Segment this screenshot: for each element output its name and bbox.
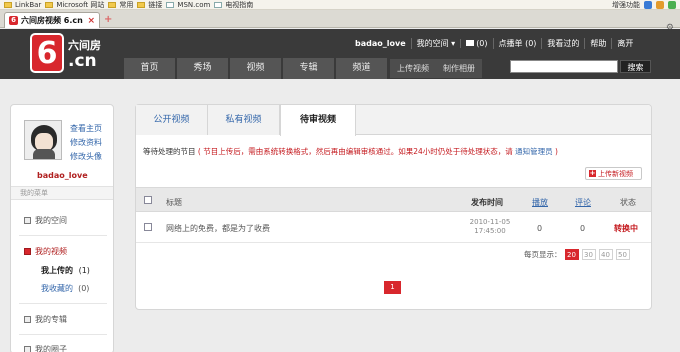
- watched-link[interactable]: 我看过的: [541, 37, 584, 49]
- per-page-label: 每页显示：: [524, 250, 562, 259]
- messages-link[interactable]: (0): [460, 38, 492, 48]
- search-button[interactable]: 搜索: [620, 60, 651, 73]
- mail-icon: [466, 40, 475, 46]
- play-count: 0: [537, 224, 543, 233]
- view-homepage-link[interactable]: 查看主页: [70, 123, 102, 134]
- divider: [19, 334, 107, 335]
- nav-home[interactable]: 首页: [124, 58, 175, 79]
- upload-video-link[interactable]: 上传视频: [390, 59, 436, 78]
- favorite-common[interactable]: 常用: [108, 0, 133, 9]
- space-icon: [24, 217, 31, 224]
- divider: [19, 303, 107, 304]
- sidebar-item-my-circles[interactable]: 我的圈子: [24, 344, 67, 352]
- browser-tab-title: 六间房视频 6.cn: [21, 16, 83, 25]
- table-row: 网络上的免费，都是为了收费 2010-11-05 17:45:00 0 0 转换…: [136, 213, 651, 243]
- sidebar: 查看主页 修改资料 修改头像 badao_love 我的菜单 我的空间 我的视频…: [10, 104, 114, 352]
- nav-show[interactable]: 秀场: [177, 58, 228, 79]
- tab-pending-videos[interactable]: 待审视频: [280, 105, 356, 136]
- column-comments[interactable]: 评论: [575, 197, 591, 208]
- edit-profile-link[interactable]: 修改资料: [70, 137, 102, 148]
- per-page-option[interactable]: 40: [598, 249, 613, 260]
- table-header: 标题 发布时间 播放 评论 状态: [136, 187, 651, 212]
- favorite-linkbar[interactable]: LinkBar: [4, 1, 41, 9]
- site-logo[interactable]: 6 六间房 .cn: [30, 33, 112, 75]
- page-number[interactable]: 1: [384, 281, 401, 294]
- per-page-option[interactable]: 20: [564, 249, 579, 260]
- toolbar-icon-3[interactable]: [668, 0, 676, 9]
- page-icon: [166, 1, 175, 8]
- browser-tab-strip: 6 六间房视频 6.cn × + ⚙: [0, 10, 680, 33]
- make-album-link[interactable]: 制作相册: [436, 59, 482, 78]
- enhance-label[interactable]: 增强功能: [612, 0, 640, 9]
- tab-public-videos[interactable]: 公开视频: [136, 105, 208, 135]
- avatar[interactable]: [24, 120, 62, 160]
- page-icon: [214, 1, 223, 8]
- per-page-option[interactable]: 50: [615, 249, 630, 260]
- column-title: 标题: [166, 198, 182, 207]
- help-link[interactable]: 帮助: [584, 37, 611, 49]
- folder-icon: [45, 1, 54, 8]
- profile-links: 查看主页 修改资料 修改头像: [70, 123, 102, 162]
- video-tabs: 公开视频 私有视频 待审视频: [136, 105, 651, 136]
- chevron-down-icon: ▾: [451, 38, 456, 48]
- my-space-menu[interactable]: 我的空间 ▾: [410, 37, 461, 49]
- main-nav: 首页 秀场 视频 专辑 频道: [124, 58, 389, 79]
- username-link[interactable]: badao_love: [350, 39, 411, 48]
- new-tab-icon[interactable]: +: [104, 14, 112, 25]
- folder-icon: [108, 1, 117, 8]
- sidebar-username: badao_love: [37, 171, 88, 180]
- comment-count: 0: [580, 224, 586, 233]
- folder-icon: [137, 1, 146, 8]
- logout-link[interactable]: 离开: [611, 37, 638, 49]
- video-title[interactable]: 网络上的免费，都是为了收费: [166, 223, 270, 234]
- per-page-option[interactable]: 30: [581, 249, 596, 260]
- edit-avatar-link[interactable]: 修改头像: [70, 151, 102, 162]
- sidebar-item-my-albums[interactable]: 我的专辑: [24, 314, 67, 325]
- browser-tab[interactable]: 6 六间房视频 6.cn ×: [4, 12, 100, 28]
- album-icon: [24, 316, 31, 323]
- column-plays[interactable]: 播放: [532, 197, 548, 208]
- sidebar-sub-favorites[interactable]: 我收藏的 (0): [41, 283, 89, 294]
- nav-channel[interactable]: 频道: [336, 58, 387, 79]
- divider: [19, 235, 107, 236]
- search-input[interactable]: [510, 60, 618, 73]
- playlist-link[interactable]: 点播单 (0): [492, 37, 542, 49]
- toolbar-icon-2[interactable]: [656, 0, 664, 9]
- row-checkbox[interactable]: [144, 223, 152, 231]
- publish-time: 2010-11-05 17:45:00: [469, 218, 511, 235]
- plus-icon: +: [589, 169, 596, 177]
- favorite-microsoft[interactable]: Microsoft 网站: [45, 0, 104, 9]
- per-page-selector: 每页显示： 20 30 40 50: [524, 249, 630, 260]
- favorites-bar: LinkBar Microsoft 网站 常用 链接 MSN.com 电视指南 …: [0, 0, 680, 10]
- nav-video[interactable]: 视频: [230, 58, 281, 79]
- folder-icon: [4, 1, 12, 8]
- video-panel: 公开视频 私有视频 待审视频 等待处理的节目 ( 节目上传后，需由系统转换格式，…: [135, 104, 652, 310]
- column-status: 状态: [620, 198, 636, 207]
- circle-icon: [24, 346, 31, 352]
- status-badge: 转换中: [614, 224, 638, 233]
- favorite-msn[interactable]: MSN.com: [166, 1, 210, 9]
- nav-album[interactable]: 专辑: [283, 58, 334, 79]
- close-tab-icon[interactable]: ×: [87, 16, 95, 26]
- upload-new-video-button[interactable]: + 上传新视频: [585, 167, 642, 180]
- sidebar-sub-uploaded[interactable]: 我上传的 (1): [41, 265, 90, 276]
- notify-admin-link[interactable]: 通知管理员: [515, 147, 553, 156]
- column-published[interactable]: 发布时间: [471, 197, 503, 208]
- favorite-links[interactable]: 链接: [137, 0, 162, 9]
- sub-nav: 上传视频 制作相册: [390, 59, 482, 78]
- video-icon: [24, 248, 31, 255]
- favorite-tvguide[interactable]: 电视指南: [214, 0, 253, 9]
- menu-title: 我的菜单: [11, 186, 113, 200]
- tab-private-videos[interactable]: 私有视频: [208, 105, 280, 135]
- site-favicon: 6: [9, 16, 18, 25]
- pending-notice: 等待处理的节目 ( 节目上传后，需由系统转换格式，然后再由编辑审核通过。如果24…: [143, 147, 558, 156]
- select-all-checkbox[interactable]: [144, 196, 152, 204]
- sidebar-item-my-videos[interactable]: 我的视频: [24, 246, 67, 257]
- site-header: 6 六间房 .cn badao_love 我的空间 ▾ (0) 点播单 (0) …: [0, 29, 680, 79]
- toolbar-icon-1[interactable]: [644, 0, 652, 9]
- user-nav: badao_love 我的空间 ▾ (0) 点播单 (0) 我看过的 帮助 离开: [350, 37, 638, 49]
- sidebar-item-my-space[interactable]: 我的空间: [24, 215, 67, 226]
